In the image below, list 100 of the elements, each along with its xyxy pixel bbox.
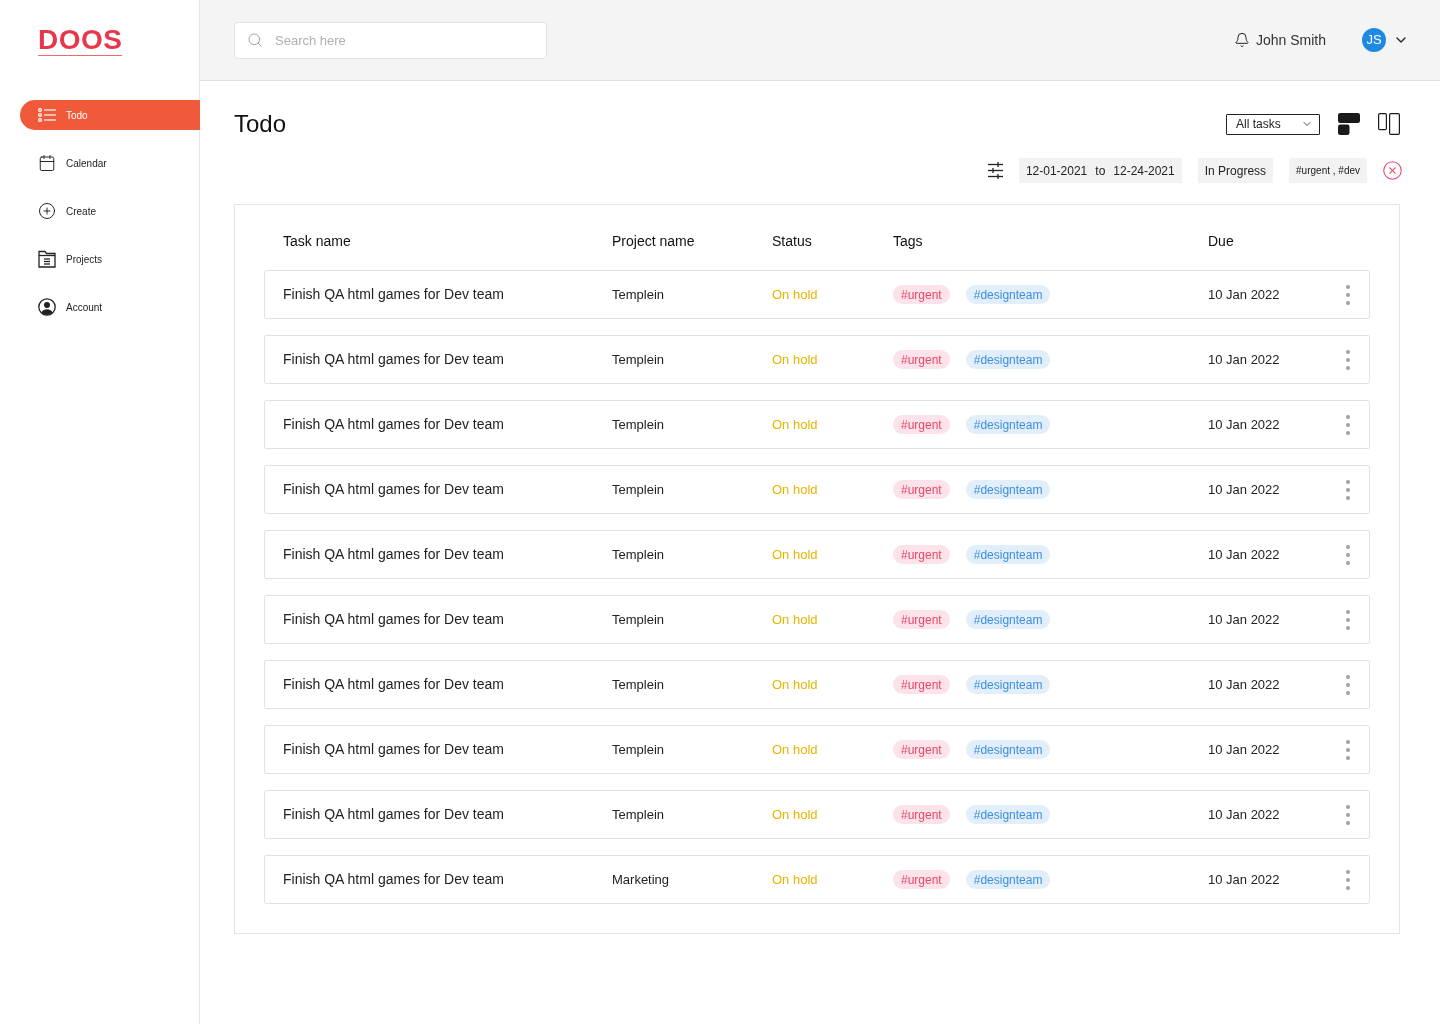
- column-header: Status: [772, 231, 812, 251]
- due-date: 10 Jan 2022: [1208, 740, 1280, 759]
- due-date: 10 Jan 2022: [1208, 675, 1280, 694]
- task-row[interactable]: Finish QA html games for Dev team Templein On hold #urgent #designteam 10 Jan 2022: [264, 530, 1370, 579]
- date-to: 12-24-2021: [1113, 162, 1175, 180]
- project-name: Templein: [612, 675, 665, 694]
- due-date: 10 Jan 2022: [1208, 285, 1280, 304]
- date-from: 12-01-2021: [1025, 162, 1088, 180]
- more-options-icon[interactable]: [1346, 349, 1350, 370]
- tag-chip: #designteam: [965, 610, 1051, 629]
- date-range-filter[interactable]: 12-01-2021 to 12-24-2021: [1018, 158, 1182, 183]
- task-row[interactable]: Finish QA html games for Dev team Templein On hold #urgent #designteam 10 Jan 2022: [264, 465, 1370, 514]
- tag-chip: #urgent: [893, 480, 950, 499]
- user-avatar[interactable]: JS: [1362, 28, 1386, 52]
- tag-chip: #urgent: [893, 870, 950, 889]
- column-header: Tags: [893, 231, 923, 251]
- project-name: Templein: [612, 610, 665, 629]
- more-options-icon[interactable]: [1346, 804, 1350, 825]
- task-row[interactable]: Finish QA html games for Dev team Templein On hold #urgent #designteam 10 Jan 2022: [264, 725, 1370, 774]
- column-header: Project name: [612, 231, 695, 251]
- task-row[interactable]: Finish QA html games for Dev team Templein On hold #urgent #designteam 10 Jan 2022: [264, 270, 1370, 319]
- project-name: Templein: [612, 545, 665, 564]
- user-circle-icon: [38, 298, 56, 316]
- task-row[interactable]: Finish QA html games for Dev team Templein On hold #urgent #designteam 10 Jan 2022: [264, 400, 1370, 449]
- task-filter-select[interactable]: All tasks: [1226, 113, 1320, 135]
- board-view-icon[interactable]: [1338, 113, 1360, 135]
- tag-chip: #urgent: [893, 610, 950, 629]
- due-date: 10 Jan 2022: [1208, 350, 1280, 369]
- more-options-icon[interactable]: [1346, 869, 1350, 890]
- status-filter-chip[interactable]: In Progress: [1197, 158, 1274, 183]
- date-separator: to: [1095, 162, 1106, 180]
- project-name: Marketing: [612, 870, 670, 889]
- task-row[interactable]: Finish QA html games for Dev team Marketing On hold #urgent #designteam 10 Jan 2022: [264, 855, 1370, 904]
- plus-circle-icon: [38, 202, 56, 220]
- more-options-icon[interactable]: [1346, 609, 1350, 630]
- project-name: Templein: [612, 415, 665, 434]
- sidebar-item[interactable]: Account: [20, 292, 200, 322]
- due-date: 10 Jan 2022: [1208, 870, 1280, 889]
- tag-chip: #urgent: [893, 805, 950, 824]
- search-field[interactable]: Search here: [234, 21, 547, 59]
- tag-chip: #designteam: [965, 545, 1051, 564]
- notification-bell-icon[interactable]: [1233, 32, 1250, 48]
- task-name: Finish QA html games for Dev team: [283, 610, 504, 629]
- task-name: Finish QA html games for Dev team: [283, 350, 504, 369]
- clear-filters-icon[interactable]: [1382, 160, 1403, 181]
- due-date: 10 Jan 2022: [1208, 415, 1280, 434]
- more-options-icon[interactable]: [1346, 544, 1350, 565]
- columns-view-icon[interactable]: [1378, 113, 1400, 135]
- task-row[interactable]: Finish QA html games for Dev team Templein On hold #urgent #designteam 10 Jan 2022: [264, 660, 1370, 709]
- page-title: Todo: [234, 109, 287, 139]
- tag-chip: #designteam: [965, 675, 1051, 694]
- due-date: 10 Jan 2022: [1208, 610, 1280, 629]
- more-options-icon[interactable]: [1346, 414, 1350, 435]
- sidebar-item[interactable]: Create: [20, 196, 200, 226]
- tag-chip: #urgent: [893, 545, 950, 564]
- tag-chip: #urgent: [893, 415, 950, 434]
- status-text: On hold: [772, 415, 818, 434]
- due-date: 10 Jan 2022: [1208, 480, 1280, 499]
- task-name: Finish QA html games for Dev team: [283, 870, 504, 889]
- more-options-icon[interactable]: [1346, 479, 1350, 500]
- sidebar-item[interactable]: Projects: [20, 244, 200, 274]
- calendar-icon: [38, 154, 56, 172]
- project-name: Templein: [612, 740, 665, 759]
- tags-filter-chip[interactable]: #urgent , #dev: [1289, 158, 1367, 183]
- project-name: Templein: [612, 480, 665, 499]
- tag-chip: #designteam: [965, 805, 1051, 824]
- more-options-icon[interactable]: [1346, 284, 1350, 305]
- status-text: On hold: [772, 675, 818, 694]
- more-options-icon[interactable]: [1346, 674, 1350, 695]
- logo: DOOS: [38, 25, 123, 56]
- status-text: On hold: [772, 740, 818, 759]
- task-name: Finish QA html games for Dev team: [283, 285, 504, 304]
- tag-chip: #designteam: [965, 285, 1051, 304]
- status-text: On hold: [772, 350, 818, 369]
- project-name: Templein: [612, 285, 665, 304]
- filter-sliders-icon[interactable]: [987, 162, 1003, 179]
- folder-icon: [38, 250, 56, 268]
- user-name: John Smith: [1255, 30, 1326, 50]
- status-text: On hold: [772, 870, 818, 889]
- column-header: Task name: [283, 231, 351, 251]
- list-icon: [38, 108, 56, 122]
- task-name: Finish QA html games for Dev team: [283, 675, 504, 694]
- project-name: Templein: [612, 350, 665, 369]
- more-options-icon[interactable]: [1346, 739, 1350, 760]
- status-text: On hold: [772, 805, 818, 824]
- tag-chip: #urgent: [893, 740, 950, 759]
- tag-chip: #designteam: [965, 350, 1051, 369]
- status-text: On hold: [772, 610, 818, 629]
- task-row[interactable]: Finish QA html games for Dev team Templein On hold #urgent #designteam 10 Jan 2022: [264, 335, 1370, 384]
- tag-chip: #designteam: [965, 415, 1051, 434]
- task-name: Finish QA html games for Dev team: [283, 545, 504, 564]
- sidebar-item[interactable]: Calendar: [20, 148, 200, 178]
- task-row[interactable]: Finish QA html games for Dev team Templein On hold #urgent #designteam 10 Jan 2022: [264, 790, 1370, 839]
- due-date: 10 Jan 2022: [1208, 545, 1280, 564]
- task-row[interactable]: Finish QA html games for Dev team Templein On hold #urgent #designteam 10 Jan 2022: [264, 595, 1370, 644]
- status-text: On hold: [772, 480, 818, 499]
- task-name: Finish QA html games for Dev team: [283, 740, 504, 759]
- column-header: Due: [1208, 231, 1234, 251]
- tag-chip: #urgent: [893, 350, 950, 369]
- tag-chip: #designteam: [965, 480, 1051, 499]
